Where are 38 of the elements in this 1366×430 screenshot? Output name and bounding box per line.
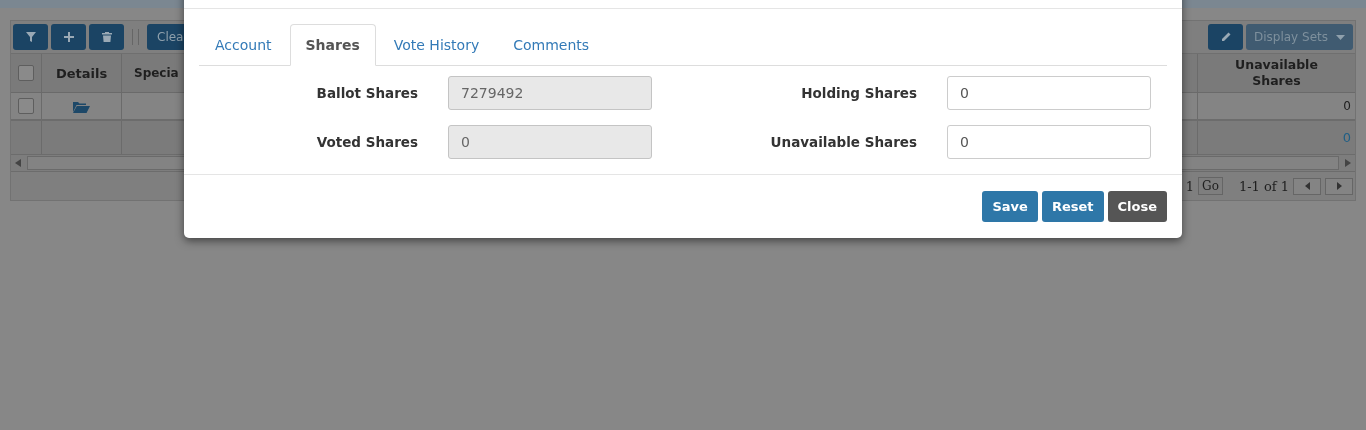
input-field[interactable]: 0 [947,76,1151,110]
folder-icon[interactable] [73,99,90,113]
trash-icon [100,31,113,43]
page-number: 1 [1185,178,1195,194]
field-label: Unavailable Shares [769,134,917,150]
action-button[interactable]: Save [982,191,1038,222]
input-field[interactable]: 0 [947,125,1151,159]
table-cell: 0 [1343,99,1351,113]
row-checkbox[interactable] [18,98,34,114]
select-all-checkbox[interactable] [18,65,34,81]
scroll-right-icon[interactable] [1345,159,1351,167]
tab[interactable]: Vote History [377,24,496,66]
column-header: Unavailable Shares [1234,57,1319,89]
toolbar-separator [132,29,139,45]
add-button[interactable] [51,24,86,50]
edit-button[interactable] [1208,24,1243,50]
caret-icon [1336,34,1345,40]
right-arrow-icon [1336,182,1342,190]
left-arrow-icon [1304,182,1310,190]
tab[interactable]: Shares [289,24,376,66]
next-page-button[interactable] [1325,177,1353,195]
page-range: 1-1 of 1 [1238,178,1289,194]
previous-page-button[interactable] [1293,177,1321,195]
filter-button[interactable] [13,24,48,50]
plus-icon [62,31,75,43]
field-label: Holding Shares [800,85,917,101]
delete-button[interactable] [89,24,124,50]
column-header: Details [55,65,108,81]
field-label: Ballot Shares [315,85,418,101]
scroll-left-icon[interactable] [15,159,21,167]
tab[interactable]: Comments [497,24,606,66]
pencil-icon [1219,31,1232,43]
filter-icon [24,31,37,43]
close-button[interactable]: Close [1107,191,1167,222]
field-label: Voted Shares [315,134,418,150]
action-button[interactable]: Reset [1041,191,1104,222]
go-button[interactable]: Go [1198,177,1223,195]
column-header: Specia [134,66,179,80]
